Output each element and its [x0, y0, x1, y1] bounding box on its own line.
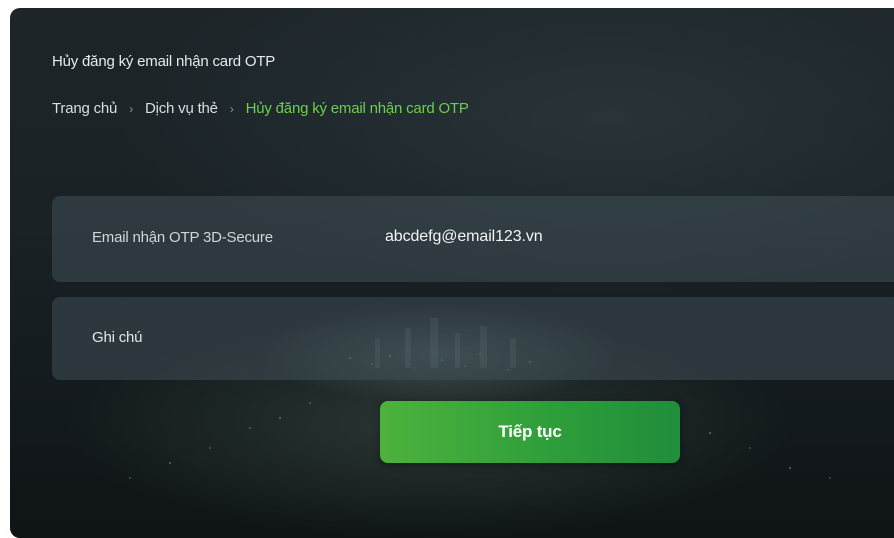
breadcrumb-item-home[interactable]: Trang chủ [52, 100, 117, 117]
chevron-right-icon: › [229, 101, 234, 116]
email-otp-label: Email nhận OTP 3D-Secure [92, 229, 273, 246]
breadcrumb-item-card-services[interactable]: Dịch vụ thẻ [145, 100, 218, 117]
page-title: Hủy đăng ký email nhận card OTP [52, 53, 276, 70]
chevron-right-icon: › [129, 101, 133, 116]
note-field[interactable]: Ghi chú [52, 297, 894, 380]
breadcrumb-item-current: Hủy đăng ký email nhận card OTP [245, 100, 469, 117]
breadcrumb: Trang chủ › Dịch vụ thẻ › Hủy đăng ký em… [52, 100, 469, 117]
email-otp-value: abcdefg@email123.vn [385, 228, 543, 245]
email-otp-row: Email nhận OTP 3D-Secure abcdefg@email12… [52, 196, 894, 282]
unregister-otp-email-panel: Hủy đăng ký email nhận card OTP Trang ch… [10, 8, 894, 538]
continue-button[interactable]: Tiếp tục [380, 401, 680, 463]
note-label: Ghi chú [92, 329, 143, 346]
